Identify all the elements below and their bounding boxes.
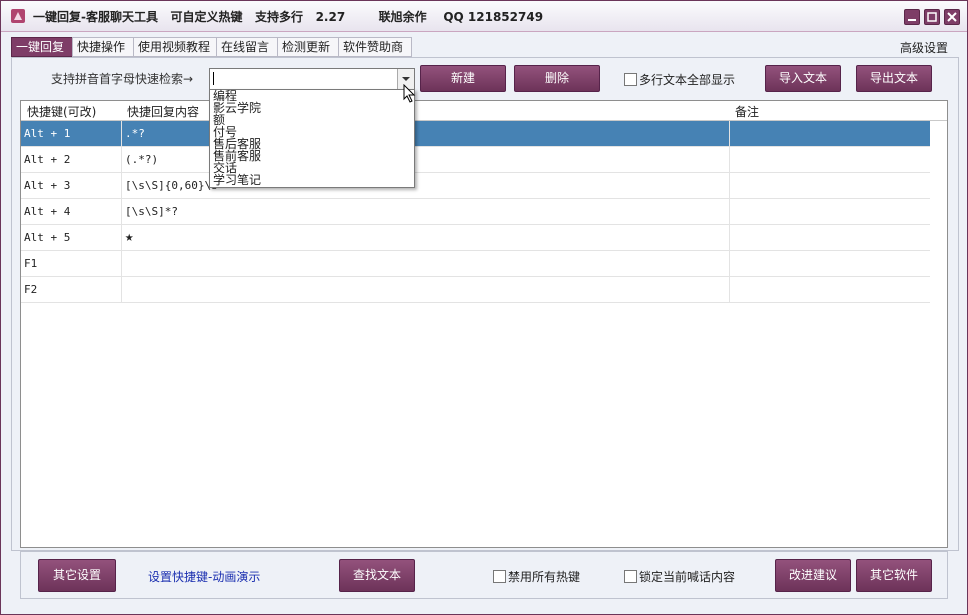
row-hotkey: Alt + 3 <box>24 179 71 192</box>
column-header-hotkey[interactable]: 快捷键(可改) <box>27 103 96 120</box>
table-header: 快捷键(可改) 快捷回复内容 备注 <box>21 101 947 121</box>
other-software-button[interactable]: 其它软件 <box>856 559 932 592</box>
hotkey-demo-link[interactable]: 设置快捷键-动画演示 <box>148 568 260 585</box>
import-text-button[interactable]: 导入文本 <box>765 65 841 92</box>
close-button[interactable] <box>944 9 960 25</box>
dropdown-option[interactable]: 学习笔记 <box>213 174 261 186</box>
row-hotkey: Alt + 1 <box>24 127 71 140</box>
app-logo-icon <box>11 9 25 23</box>
advanced-settings-link[interactable]: 高级设置 <box>900 39 948 56</box>
reply-table: 快捷键(可改) 快捷回复内容 备注 Alt + 1 .*? Alt + 2 (.… <box>20 100 948 548</box>
row-content: [\s\S]{0,60}\s <box>125 179 218 192</box>
checkbox-box[interactable] <box>624 570 637 583</box>
search-label: 支持拼音首字母快速检索→ <box>51 72 194 86</box>
table-row[interactable]: Alt + 5 ★ <box>21 225 930 251</box>
tab-online-message[interactable]: 在线留言 <box>216 37 278 57</box>
search-dropdown-list: 编程 影云学院 额 付号 售后客服 售前客服 交话 学习笔记 <box>209 89 415 188</box>
checkbox-box[interactable] <box>493 570 506 583</box>
table-row[interactable]: Alt + 4 [\s\S]*? <box>21 199 930 225</box>
table-row[interactable]: F2 <box>21 277 930 303</box>
row-hotkey: Alt + 4 <box>24 205 71 218</box>
tab-one-key-reply[interactable]: 一键回复 <box>11 37 73 57</box>
window-title: 一键回复-客服聊天工具 可自定义热键 支持多行 2.27 联旭余作 QQ 121… <box>33 10 544 24</box>
maximize-button[interactable] <box>924 9 940 25</box>
row-hotkey: Alt + 5 <box>24 231 71 244</box>
column-header-note[interactable]: 备注 <box>735 103 759 120</box>
mouse-cursor-icon <box>403 84 416 103</box>
multiline-checkbox[interactable]: 多行文本全部显示 <box>624 71 735 88</box>
row-content: [\s\S]*? <box>125 205 178 218</box>
row-hotkey: F1 <box>24 257 38 270</box>
row-hotkey: Alt + 2 <box>24 153 71 166</box>
text-caret <box>213 72 214 85</box>
find-text-button[interactable]: 查找文本 <box>339 559 415 592</box>
tab-sponsors[interactable]: 软件赞助商 <box>338 37 412 57</box>
minimize-button[interactable] <box>904 9 920 25</box>
row-content: .*? <box>125 127 145 140</box>
table-row[interactable]: Alt + 3 [\s\S]{0,60}\s <box>21 173 930 199</box>
tab-quick-actions[interactable]: 快捷操作 <box>72 37 134 57</box>
row-content: (.*?) <box>125 153 159 166</box>
checkbox-box[interactable] <box>624 73 637 86</box>
delete-button[interactable]: 删除 <box>514 65 600 92</box>
table-row[interactable]: Alt + 1 .*? <box>21 121 930 147</box>
row-content: ★ <box>125 229 134 245</box>
suggest-button[interactable]: 改进建议 <box>775 559 851 592</box>
column-header-content[interactable]: 快捷回复内容 <box>127 103 199 120</box>
table-row[interactable]: Alt + 2 (.*?) <box>21 147 930 173</box>
lock-content-checkbox[interactable]: 锁定当前喊话内容 <box>624 568 735 585</box>
table-row[interactable]: F1 <box>21 251 930 277</box>
lock-content-label: 锁定当前喊话内容 <box>639 570 736 584</box>
disable-hotkeys-checkbox[interactable]: 禁用所有热键 <box>493 568 580 585</box>
title-bar: 一键回复-客服聊天工具 可自定义热键 支持多行 2.27 联旭余作 QQ 121… <box>1 1 967 32</box>
tab-video-tutorial[interactable]: 使用视频教程 <box>133 37 217 57</box>
export-text-button[interactable]: 导出文本 <box>856 65 932 92</box>
row-hotkey: F2 <box>24 283 38 296</box>
search-combobox[interactable] <box>209 68 415 90</box>
other-settings-button[interactable]: 其它设置 <box>38 559 116 592</box>
multiline-label: 多行文本全部显示 <box>639 73 736 87</box>
tab-check-update[interactable]: 检测更新 <box>277 37 339 57</box>
disable-hotkeys-label: 禁用所有热键 <box>508 570 581 584</box>
new-button[interactable]: 新建 <box>420 65 506 92</box>
